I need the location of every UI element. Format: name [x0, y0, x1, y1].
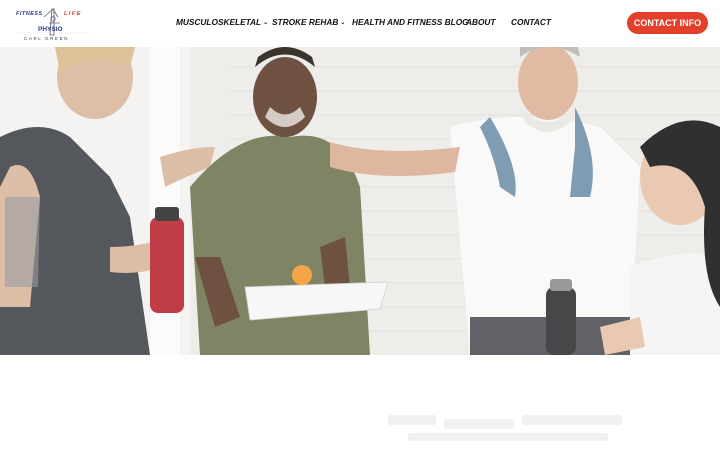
site-logo[interactable]: FITNESS LIFE PHYSIO CARL GREEN: [14, 5, 92, 43]
nav-item-label: CONTACT: [511, 17, 551, 27]
nav-item-label: HEALTH AND FITNESS BLOG: [352, 17, 469, 27]
nav-item-contact[interactable]: CONTACT: [511, 17, 551, 27]
nav-item-blog[interactable]: HEALTH AND FITNESS BLOG: [352, 17, 469, 27]
chevron-down-icon: ⌄: [340, 19, 346, 26]
nav-item-label: MUSCULOSKELETAL: [176, 17, 262, 27]
site-header: FITNESS LIFE PHYSIO CARL GREEN MUSCULOSK…: [0, 0, 720, 47]
content-section: [0, 355, 720, 450]
nav-item-stroke-rehab[interactable]: STROKE REHAB ⌄: [272, 17, 345, 27]
nav-item-musculoskeletal[interactable]: MUSCULOSKELETAL ⌄: [176, 17, 268, 27]
nav-item-label: STROKE REHAB: [272, 17, 339, 27]
nav-item-about[interactable]: ABOUT: [466, 17, 496, 27]
nav-item-label: ABOUT: [466, 17, 496, 27]
contact-info-button[interactable]: CONTACT INFO: [627, 12, 708, 34]
logo-word-center: PHYSIO: [38, 26, 63, 33]
logo-owner-name: CARL GREEN: [24, 36, 70, 41]
hero-photo: [0, 47, 720, 355]
chevron-down-icon: ⌄: [263, 19, 269, 26]
hero-image: [0, 47, 720, 355]
faded-graphic-placeholder: [388, 411, 630, 447]
logo-word-left: FITNESS: [16, 11, 43, 17]
logo-word-right: LIFE: [64, 11, 82, 17]
